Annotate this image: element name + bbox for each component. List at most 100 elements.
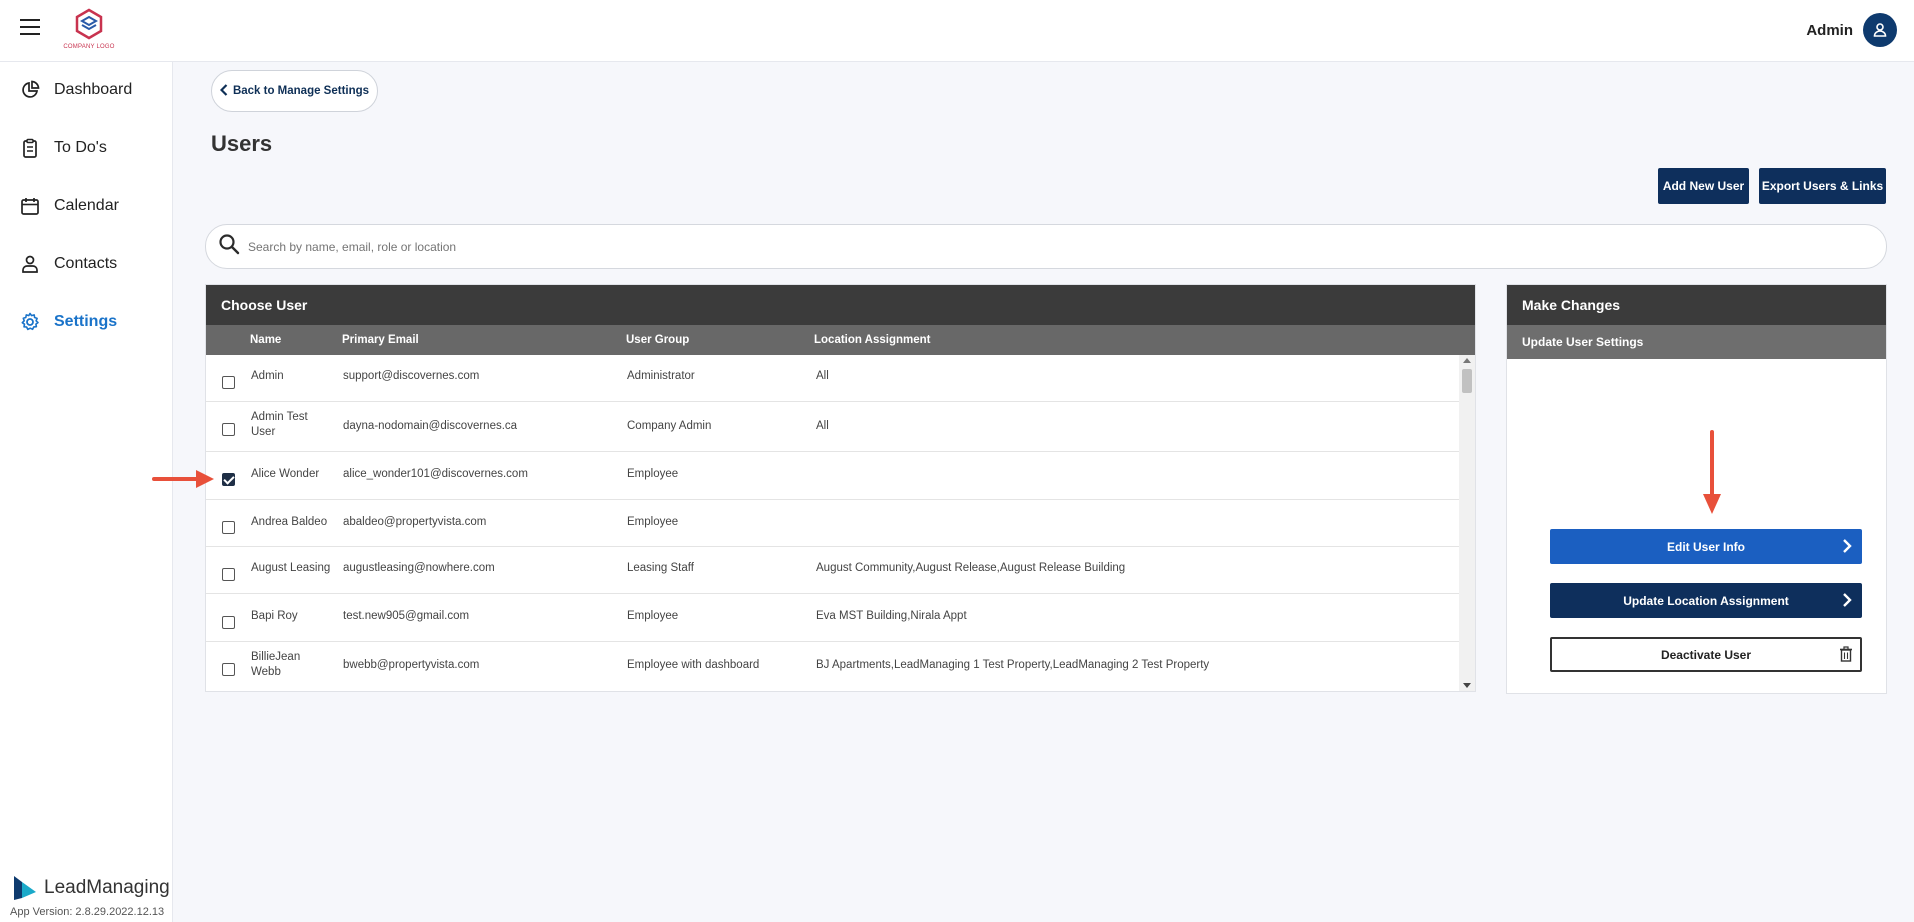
- chevron-left-icon: [219, 83, 228, 99]
- table-row[interactable]: Admin Test User dayna-nodomain@discovern…: [206, 402, 1459, 452]
- table-scrollbar[interactable]: [1459, 355, 1475, 691]
- cell-email: abaldeo@propertyvista.com: [343, 516, 487, 528]
- clipboard-icon: [20, 138, 40, 158]
- calendar-icon: [20, 196, 40, 216]
- cell-email: test.new905@gmail.com: [343, 610, 470, 622]
- cell-group: Employee: [627, 516, 679, 528]
- user-name: Admin: [1806, 21, 1853, 39]
- gear-icon: [20, 312, 40, 332]
- sidebar-item-contacts[interactable]: Contacts: [0, 244, 173, 284]
- cell-name: Alice Wonder: [251, 468, 320, 480]
- annotation-arrow-down-icon: [1703, 430, 1721, 514]
- table-row[interactable]: Andrea Baldeo abaldeo@propertyvista.com …: [206, 500, 1459, 547]
- column-header-name: Name: [250, 334, 282, 346]
- back-button-label: Back to Manage Settings: [232, 85, 370, 97]
- choose-user-panel: Choose User Name Primary Email User Grou…: [205, 284, 1476, 692]
- row-checkbox[interactable]: [222, 616, 235, 629]
- sidebar: Dashboard To Do's Calendar Contacts Sett…: [0, 62, 173, 922]
- cell-email: augustleasing@nowhere.com: [343, 562, 495, 574]
- edit-user-info-button[interactable]: Edit User Info: [1550, 529, 1862, 564]
- add-new-user-button[interactable]: Add New User: [1658, 168, 1749, 204]
- table-row[interactable]: August Leasing augustleasing@nowhere.com…: [206, 547, 1459, 594]
- cell-email: support@discovernes.com: [343, 370, 480, 382]
- user-table-body: Admin support@discovernes.com Administra…: [206, 355, 1475, 691]
- deactivate-button-label: Deactivate User: [1660, 647, 1752, 662]
- update-location-assignment-button[interactable]: Update Location Assignment: [1550, 583, 1862, 618]
- cell-location: Eva MST Building,Nirala Appt: [816, 610, 967, 622]
- brand-name: LeadManaging: [44, 877, 170, 898]
- scroll-thumb[interactable]: [1462, 369, 1472, 393]
- back-to-settings-button[interactable]: Back to Manage Settings: [211, 70, 378, 112]
- company-logo: COMPANY LOGO: [60, 7, 118, 51]
- contacts-icon: [20, 254, 40, 274]
- scroll-down-arrow-icon[interactable]: [1463, 683, 1471, 688]
- sidebar-item-label: Contacts: [54, 255, 118, 272]
- cell-location: All: [816, 420, 829, 432]
- cell-group: Administrator: [627, 370, 695, 382]
- page-title: Users: [211, 131, 273, 156]
- sidebar-item-calendar[interactable]: Calendar: [0, 186, 173, 226]
- update-user-settings-subtitle: Update User Settings: [1507, 325, 1886, 359]
- cell-name: August Leasing: [251, 562, 331, 574]
- export-users-button[interactable]: Export Users & Links: [1759, 168, 1886, 204]
- sidebar-item-label: Dashboard: [54, 81, 133, 98]
- sidebar-item-settings[interactable]: Settings: [0, 302, 173, 342]
- column-header-email: Primary Email: [342, 334, 419, 346]
- user-menu[interactable]: Admin: [1806, 13, 1897, 47]
- column-header-location: Location Assignment: [814, 334, 931, 346]
- table-row-selected[interactable]: Alice Wonder alice_wonder101@discovernes…: [206, 452, 1459, 500]
- table-row[interactable]: Bapi Roy test.new905@gmail.com Employee …: [206, 594, 1459, 642]
- table-row[interactable]: Admin support@discovernes.com Administra…: [206, 355, 1459, 402]
- search-bar: [205, 224, 1887, 269]
- chevron-right-icon: [1842, 538, 1852, 557]
- brand-logo: LeadManaging: [12, 874, 170, 902]
- chevron-right-icon: [1842, 592, 1852, 611]
- cell-name: BillieJean Webb: [251, 651, 301, 678]
- cell-location: August Community,August Release,August R…: [816, 562, 1126, 574]
- leadmanaging-logo-icon: [14, 876, 36, 900]
- sidebar-item-todos[interactable]: To Do's: [0, 128, 173, 168]
- sidebar-item-label: Settings: [54, 313, 118, 330]
- choose-user-title: Choose User: [206, 285, 1475, 325]
- search-icon: [218, 233, 240, 260]
- cell-name: Bapi Roy: [251, 610, 298, 622]
- location-button-label: Update Location Assignment: [1623, 593, 1789, 608]
- cell-name: Andrea Baldeo: [251, 516, 328, 528]
- row-checkbox[interactable]: [222, 568, 235, 581]
- cell-location: All: [816, 370, 829, 382]
- annotation-arrow-right-icon: [152, 470, 214, 488]
- table-header: Name Primary Email User Group Location A…: [206, 325, 1475, 355]
- table-row[interactable]: BillieJean Webb bwebb@propertyvista.com …: [206, 642, 1459, 691]
- row-checkbox[interactable]: [222, 376, 235, 389]
- sidebar-item-label: Calendar: [54, 197, 119, 214]
- make-changes-panel: Make Changes Update User Settings Edit U…: [1506, 284, 1887, 694]
- cell-email: dayna-nodomain@discovernes.ca: [343, 420, 518, 432]
- cell-group: Leasing Staff: [627, 562, 694, 574]
- column-header-user-group: User Group: [626, 334, 690, 346]
- cell-location: BJ Apartments,LeadManaging 1 Test Proper…: [816, 659, 1210, 671]
- avatar-icon[interactable]: [1863, 13, 1897, 47]
- cell-email: alice_wonder101@discovernes.com: [343, 468, 528, 480]
- top-bar: COMPANY LOGO Admin: [0, 0, 1914, 62]
- cell-group: Employee with dashboard: [627, 659, 760, 671]
- scroll-up-arrow-icon[interactable]: [1463, 358, 1471, 363]
- sidebar-item-dashboard[interactable]: Dashboard: [0, 70, 173, 110]
- row-checkbox[interactable]: [222, 663, 235, 676]
- search-input[interactable]: [248, 239, 1848, 254]
- sidebar-item-label: To Do's: [54, 139, 107, 156]
- cell-name: Admin Test User: [251, 411, 308, 438]
- make-changes-title: Make Changes: [1507, 285, 1886, 325]
- cell-name: Admin: [251, 370, 284, 382]
- row-checkbox[interactable]: [222, 423, 235, 436]
- hamburger-menu-icon[interactable]: [20, 19, 40, 35]
- pie-chart-icon: [20, 80, 40, 100]
- cell-group: Company Admin: [627, 420, 712, 432]
- row-checkbox[interactable]: [222, 521, 235, 534]
- cell-group: Employee: [627, 468, 679, 480]
- row-checkbox-checked[interactable]: [222, 473, 235, 486]
- cell-email: bwebb@propertyvista.com: [343, 659, 480, 671]
- deactivate-user-button[interactable]: Deactivate User: [1550, 637, 1862, 672]
- logo-text: COMPANY LOGO: [63, 44, 115, 50]
- cell-group: Employee: [627, 610, 679, 622]
- app-version: App Version: 2.8.29.2022.12.13: [10, 906, 165, 918]
